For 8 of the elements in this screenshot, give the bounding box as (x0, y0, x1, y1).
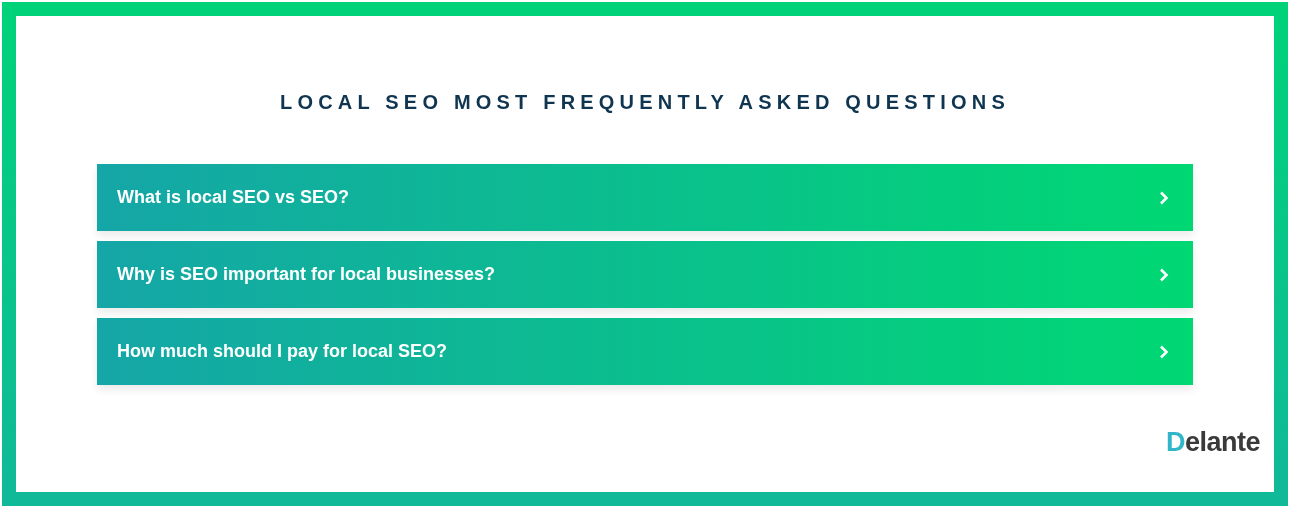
chevron-icon (1159, 344, 1169, 359)
chevron-icon (1159, 190, 1169, 205)
logo: Delante (1165, 427, 1260, 458)
page-title: LOCAL SEO MOST FREQUENTLY ASKED QUESTIONS (280, 90, 1010, 114)
faq-item[interactable]: What is local SEO vs SEO? (97, 164, 1193, 231)
chevron-icon (1159, 267, 1169, 282)
faq-item[interactable]: Why is SEO important for local businesses? (97, 241, 1193, 308)
faq-item[interactable]: How much should I pay for local SEO? (97, 318, 1193, 385)
